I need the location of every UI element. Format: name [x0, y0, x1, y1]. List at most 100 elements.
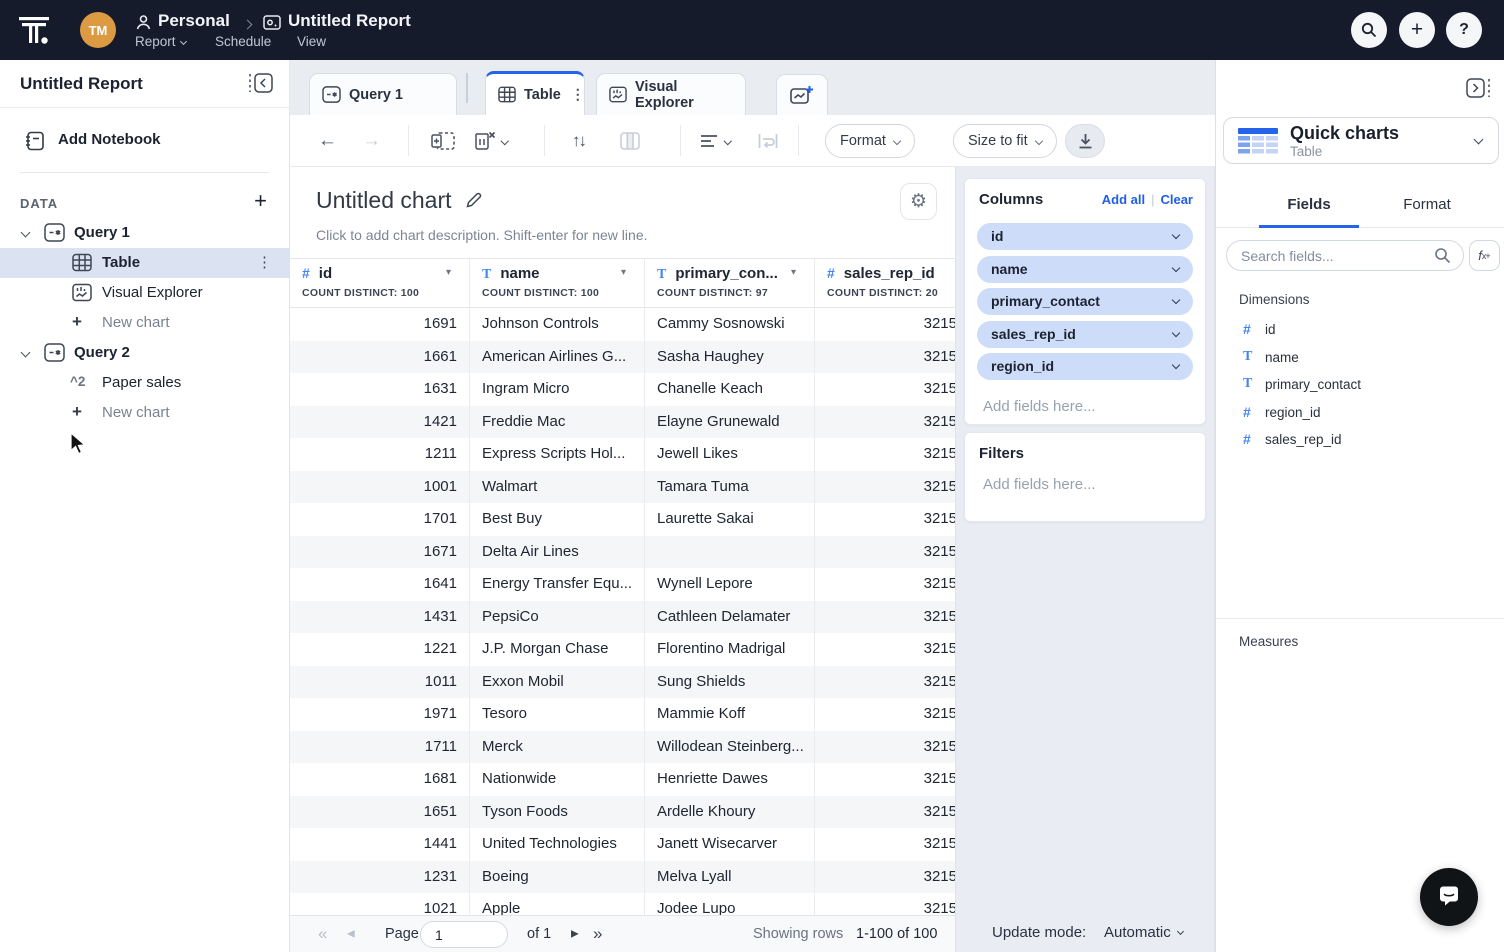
- table-row[interactable]: 1001WalmartTamara Tuma3215: [290, 471, 955, 504]
- column-header-primary-contact[interactable]: Tprimary_con... ▾ COUNT DISTINCT: 97: [645, 259, 815, 309]
- cell-name[interactable]: American Airlines G...: [470, 341, 645, 374]
- download-button[interactable]: [1065, 124, 1105, 158]
- table-row[interactable]: 1691Johnson ControlsCammy Sosnowski3215: [290, 308, 955, 341]
- sidebar-item-query1[interactable]: Query 1: [0, 218, 290, 248]
- cell-contact[interactable]: Jodee Lupo: [645, 893, 815, 915]
- format-button[interactable]: Format: [825, 124, 915, 158]
- last-page-icon[interactable]: »: [593, 924, 602, 944]
- columns-field-pill[interactable]: sales_rep_id: [977, 321, 1193, 348]
- table-row[interactable]: 1661American Airlines G...Sasha Haughey3…: [290, 341, 955, 374]
- table-row[interactable]: 1441United TechnologiesJanett Wisecarver…: [290, 828, 955, 861]
- cell-id[interactable]: 1211: [290, 438, 470, 471]
- chart-description-placeholder[interactable]: Click to add chart description. Shift-en…: [316, 227, 648, 243]
- cell-sales-rep-id[interactable]: 3215: [815, 406, 955, 439]
- add-all-link[interactable]: Add all: [1102, 192, 1145, 207]
- cell-name[interactable]: Energy Transfer Equ...: [470, 568, 645, 601]
- cell-id[interactable]: 1441: [290, 828, 470, 861]
- search-button[interactable]: [1351, 12, 1387, 48]
- tab-menu-icon[interactable]: ⋮: [571, 86, 585, 103]
- cell-sales-rep-id[interactable]: 3215: [815, 731, 955, 764]
- cell-contact[interactable]: Mammie Koff: [645, 698, 815, 731]
- cell-id[interactable]: 1691: [290, 308, 470, 341]
- cell-contact[interactable]: Sung Shields: [645, 666, 815, 699]
- menu-schedule[interactable]: Schedule: [215, 34, 271, 49]
- column-header-sales-rep-id[interactable]: #sales_rep_id COUNT DISTINCT: 20: [815, 259, 955, 309]
- table-row[interactable]: 1711MerckWillodean Steinberg...3215: [290, 731, 955, 764]
- cell-contact[interactable]: Cammy Sosnowski: [645, 308, 815, 341]
- cell-id[interactable]: 1431: [290, 601, 470, 634]
- chevron-down-icon[interactable]: [21, 348, 31, 358]
- sidebar-item-visual-explorer[interactable]: Visual Explorer: [0, 278, 290, 308]
- cell-sales-rep-id[interactable]: 3215: [815, 601, 955, 634]
- table-row[interactable]: 1641Energy Transfer Equ...Wynell Lepore3…: [290, 568, 955, 601]
- cell-sales-rep-id[interactable]: 3215: [815, 893, 955, 915]
- sidebar-item-new-chart[interactable]: + New chart: [0, 398, 290, 428]
- update-mode-select[interactable]: Automatic: [1104, 924, 1183, 941]
- cell-contact[interactable]: Janett Wisecarver: [645, 828, 815, 861]
- breadcrumb-report-title[interactable]: Untitled Report: [288, 11, 411, 31]
- add-button[interactable]: +: [1399, 12, 1435, 48]
- columns-field-pill[interactable]: primary_contact: [977, 288, 1193, 315]
- item-menu-icon[interactable]: ⋮: [257, 253, 272, 271]
- quick-charts-selector[interactable]: Quick charts Table: [1223, 117, 1499, 164]
- page-number-input[interactable]: [420, 921, 508, 948]
- cell-sales-rep-id[interactable]: 3215: [815, 471, 955, 504]
- dimension-item[interactable]: #sales_rep_id: [1216, 426, 1504, 454]
- cell-id[interactable]: 1711: [290, 731, 470, 764]
- cell-contact[interactable]: Ardelle Khoury: [645, 796, 815, 829]
- cell-contact[interactable]: Melva Lyall: [645, 861, 815, 894]
- sidebar-item-query2[interactable]: Query 2: [0, 338, 290, 368]
- filters-placeholder[interactable]: Add fields here...: [983, 476, 1096, 493]
- cell-sales-rep-id[interactable]: 3215: [815, 861, 955, 894]
- dimension-item[interactable]: #id: [1216, 316, 1504, 344]
- remove-column-icon[interactable]: [474, 130, 508, 152]
- table-row[interactable]: 1651Tyson FoodsArdelle Khoury3215: [290, 796, 955, 829]
- cell-name[interactable]: Tesoro: [470, 698, 645, 731]
- table-row[interactable]: 1421Freddie MacElayne Grunewald3215: [290, 406, 955, 439]
- cell-name[interactable]: Tyson Foods: [470, 796, 645, 829]
- table-row[interactable]: 1011Exxon MobilSung Shields3215: [290, 666, 955, 699]
- column-sort-icon[interactable]: ▾: [446, 267, 451, 278]
- first-page-icon[interactable]: «: [318, 924, 327, 944]
- next-page-icon[interactable]: ▶: [571, 929, 579, 940]
- cell-contact[interactable]: Tamara Tuma: [645, 471, 815, 504]
- cell-name[interactable]: J.P. Morgan Chase: [470, 633, 645, 666]
- column-header-name[interactable]: Tname ▾ COUNT DISTINCT: 100: [470, 259, 645, 309]
- sidebar-item-new-chart[interactable]: + New chart: [0, 308, 290, 338]
- table-row[interactable]: 1681NationwideHenriette Dawes3215: [290, 763, 955, 796]
- columns-field-pill[interactable]: name: [977, 256, 1193, 283]
- sidebar-item-table[interactable]: Table ⋮: [0, 248, 290, 278]
- prev-page-icon[interactable]: ◀: [347, 929, 355, 940]
- cell-sales-rep-id[interactable]: 3215: [815, 503, 955, 536]
- cell-sales-rep-id[interactable]: 3215: [815, 698, 955, 731]
- add-formula-button[interactable]: fx+: [1469, 240, 1500, 271]
- brand-logo-icon[interactable]: [18, 14, 50, 46]
- cell-name[interactable]: Apple: [470, 893, 645, 915]
- cell-id[interactable]: 1021: [290, 893, 470, 915]
- cell-id[interactable]: 1671: [290, 536, 470, 569]
- chat-support-button[interactable]: [1420, 868, 1478, 926]
- chart-settings-button[interactable]: ⚙: [900, 183, 937, 220]
- cell-id[interactable]: 1231: [290, 861, 470, 894]
- expand-panel-button[interactable]: [1464, 76, 1492, 100]
- column-sort-icon[interactable]: ▾: [621, 267, 626, 278]
- cell-name[interactable]: Ingram Micro: [470, 373, 645, 406]
- add-column-icon[interactable]: [430, 130, 456, 152]
- sort-icon[interactable]: ↑↓: [572, 131, 585, 151]
- cell-contact[interactable]: Henriette Dawes: [645, 763, 815, 796]
- column-sort-icon[interactable]: ▾: [791, 267, 796, 278]
- align-icon[interactable]: [700, 134, 731, 148]
- tab-visual-explorer[interactable]: Visual Explorer: [596, 73, 746, 115]
- cell-id[interactable]: 1661: [290, 341, 470, 374]
- cell-name[interactable]: Johnson Controls: [470, 308, 645, 341]
- table-row[interactable]: 1631Ingram MicroChanelle Keach3215: [290, 373, 955, 406]
- cell-contact[interactable]: Wynell Lepore: [645, 568, 815, 601]
- edit-pencil-icon[interactable]: [465, 191, 483, 209]
- cell-contact[interactable]: Laurette Sakai: [645, 503, 815, 536]
- tab-query1[interactable]: Query 1: [309, 73, 457, 115]
- cell-sales-rep-id[interactable]: 3215: [815, 308, 955, 341]
- cell-name[interactable]: Walmart: [470, 471, 645, 504]
- cell-sales-rep-id[interactable]: 3215: [815, 373, 955, 406]
- clear-link[interactable]: Clear: [1160, 192, 1193, 207]
- table-row[interactable]: 1701Best BuyLaurette Sakai3215: [290, 503, 955, 536]
